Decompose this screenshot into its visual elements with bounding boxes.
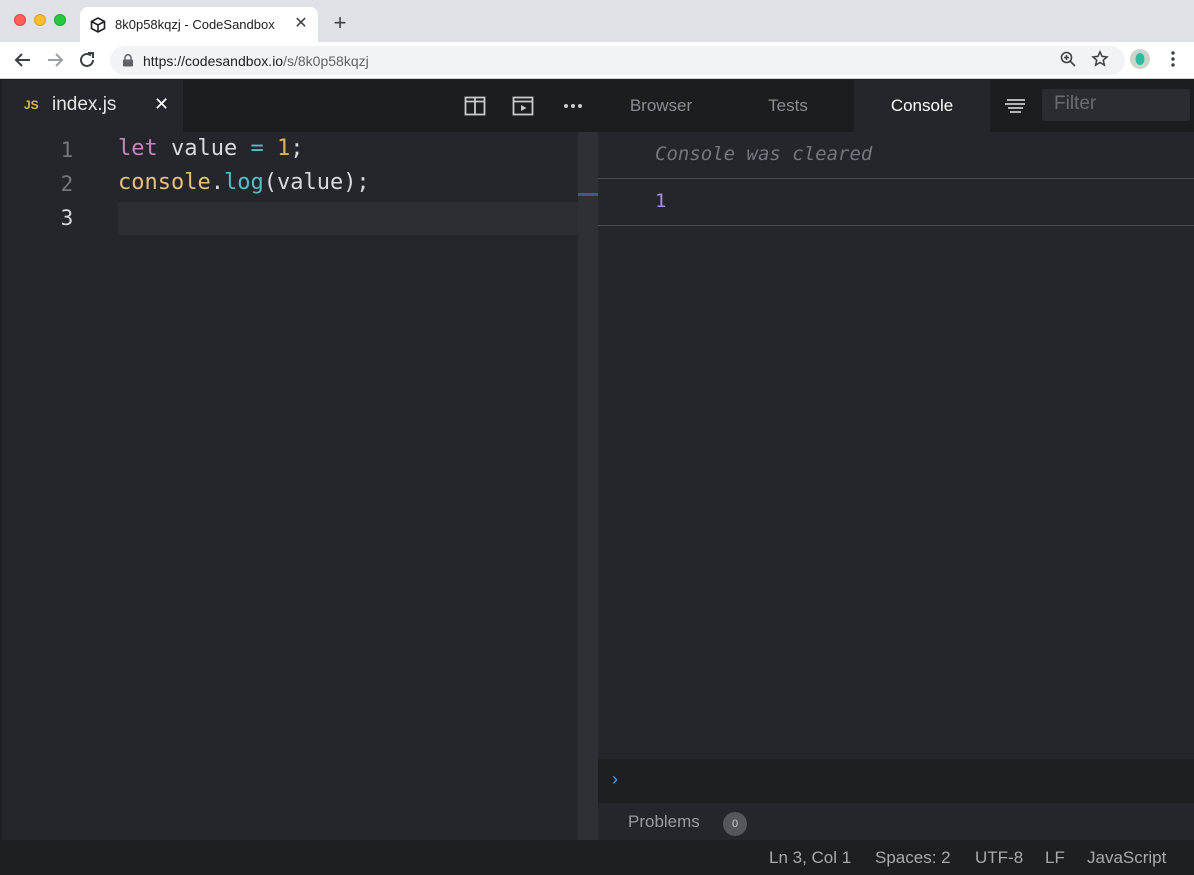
more-options-icon[interactable] <box>562 96 584 116</box>
back-arrow-icon[interactable] <box>12 49 34 71</box>
console-message-cleared: Console was cleared <box>598 132 1194 179</box>
minimize-window-button[interactable] <box>34 14 46 26</box>
url-path: /s/8k0p58kqzj <box>283 53 369 69</box>
status-bar: Ln 3, Col 1 Spaces: 2 UTF-8 LF JavaScrip… <box>0 840 1194 875</box>
browser-menu-icon[interactable] <box>1166 50 1180 68</box>
arguments-token: (value); <box>263 170 370 195</box>
semicolon-token: ; <box>290 136 304 161</box>
address-bar[interactable]: https://codesandbox.io/s/8k0p58kqzj <box>110 46 1125 75</box>
maximize-window-button[interactable] <box>54 14 66 26</box>
codesandbox-icon <box>90 17 106 33</box>
close-window-button[interactable] <box>14 14 26 26</box>
object-token: console <box>118 170 211 195</box>
problems-bar[interactable]: Problems 0 <box>598 803 1194 840</box>
prompt-chevron-icon: › <box>612 769 618 789</box>
code-editor[interactable]: 1 2 3 let value = 1; console.log(value); <box>2 132 578 840</box>
lock-icon <box>123 54 133 67</box>
editor-tab-bar: JS index.js ✕ <box>2 80 598 132</box>
url-text: https://codesandbox.io/s/8k0p58kqzj <box>143 53 369 69</box>
tab-console[interactable]: Console <box>854 80 990 132</box>
keyword-token: let <box>118 136 158 161</box>
dot-token: . <box>210 170 224 195</box>
status-encoding[interactable]: UTF-8 <box>975 848 1023 868</box>
problems-label: Problems <box>628 812 700 831</box>
file-close-icon[interactable]: ✕ <box>154 94 169 115</box>
current-line-highlight <box>118 202 578 235</box>
variable-token: value <box>171 136 238 161</box>
filter-placeholder: Filter <box>1054 93 1097 114</box>
bookmark-star-icon[interactable] <box>1091 50 1109 68</box>
js-file-icon: JS <box>24 98 39 112</box>
number-token: 1 <box>276 136 291 161</box>
editor-scrollbar[interactable] <box>578 132 598 840</box>
line-number: 1 <box>60 138 74 162</box>
console-filter-input[interactable]: Filter <box>1042 89 1190 121</box>
console-log-value: 1 <box>655 190 667 212</box>
profile-avatar-icon[interactable] <box>1130 49 1150 69</box>
browser-toolbar: https://codesandbox.io/s/8k0p58kqzj <box>0 42 1194 79</box>
url-host: https://codesandbox.io <box>143 53 284 69</box>
scrollbar-position-marker <box>578 193 598 196</box>
operator-token: = <box>250 136 264 161</box>
tab-browser[interactable]: Browser <box>598 80 724 132</box>
status-indentation[interactable]: Spaces: 2 <box>875 848 951 868</box>
preview-icon[interactable] <box>512 96 534 116</box>
console-log-entry: 1 <box>598 179 1194 226</box>
line-number-active: 3 <box>60 206 74 230</box>
console-input[interactable]: › <box>598 759 1194 803</box>
preview-tab-bar: Browser Tests Console Filter <box>598 80 1194 132</box>
zoom-icon[interactable] <box>1059 50 1077 68</box>
split-view-icon[interactable] <box>464 96 486 116</box>
avatar-glyph-icon <box>1135 53 1145 65</box>
line-number: 2 <box>60 172 74 196</box>
console-panel: Console was cleared 1 <box>598 132 1194 759</box>
codesandbox-app: JS index.js ✕ 1 2 3 let value = 1; conso… <box>0 80 1194 875</box>
tab-tests[interactable]: Tests <box>724 80 852 132</box>
forward-arrow-icon[interactable] <box>44 49 66 71</box>
status-language[interactable]: JavaScript <box>1087 848 1166 868</box>
code-line-2: console.log(value); <box>118 170 370 195</box>
new-tab-button[interactable]: + <box>330 12 350 34</box>
browser-tab-bar: 8k0p58kqzj - CodeSandbox ✕ + <box>0 0 1194 42</box>
tab-title: 8k0p58kqzj - CodeSandbox <box>115 17 275 32</box>
function-token: log <box>223 170 264 195</box>
status-line-ending[interactable]: LF <box>1045 848 1065 868</box>
file-tab-index-js[interactable]: JS index.js ✕ <box>2 80 183 132</box>
code-line-1: let value = 1; <box>118 136 303 161</box>
browser-tab[interactable]: 8k0p58kqzj - CodeSandbox ✕ <box>80 7 318 42</box>
file-tab-label: index.js <box>52 94 117 115</box>
tab-close-icon[interactable]: ✕ <box>292 15 310 33</box>
reload-icon[interactable] <box>76 49 98 71</box>
problems-count-badge: 0 <box>723 812 747 836</box>
console-cleared-text: Console was cleared <box>655 143 873 165</box>
clear-console-icon[interactable] <box>1003 98 1027 114</box>
status-cursor-position[interactable]: Ln 3, Col 1 <box>769 848 851 868</box>
